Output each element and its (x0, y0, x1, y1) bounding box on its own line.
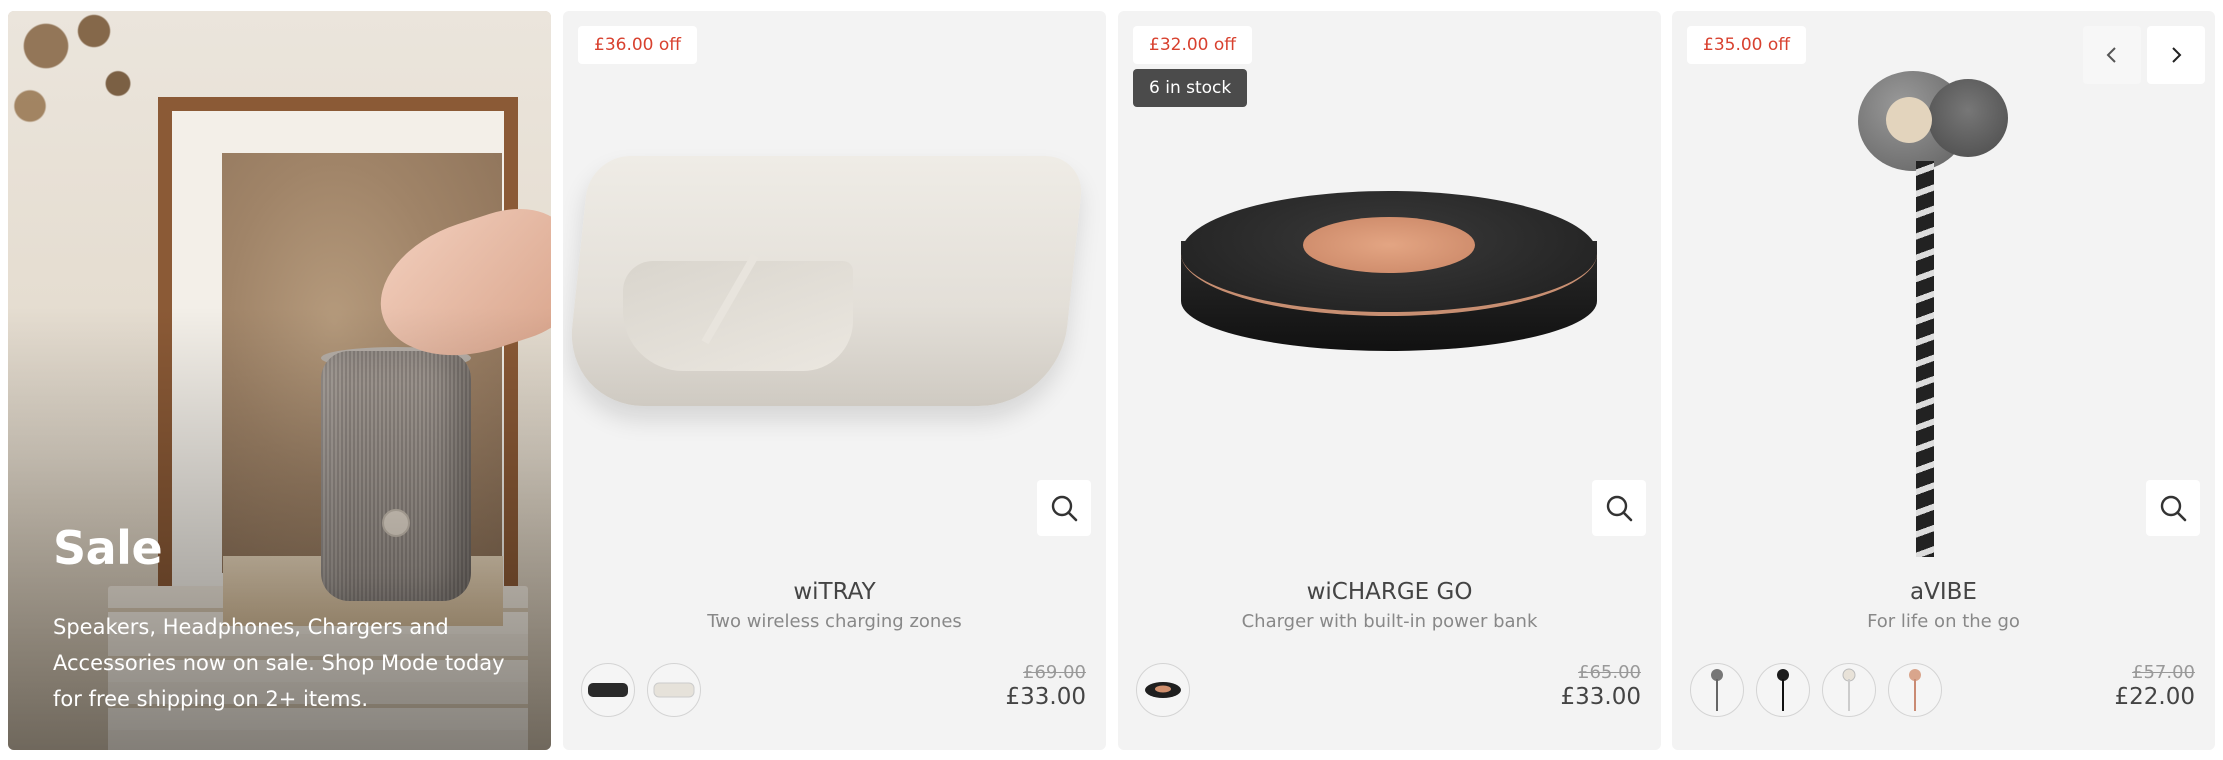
search-icon (1050, 494, 1078, 522)
product-name[interactable]: aVIBE (1672, 579, 2215, 605)
color-swatches (1690, 663, 1942, 717)
color-swatches (581, 663, 701, 717)
discount-badge: £36.00 off (578, 26, 698, 64)
hero-title: Sale (53, 521, 163, 575)
discount-badge: £32.00 off (1133, 26, 1253, 64)
original-price: £69.00 (1023, 662, 1086, 683)
sale-hero-banner[interactable]: Sale Speakers, Headphones, Chargers and … (8, 11, 551, 750)
product-image-wicharge-go[interactable] (1181, 191, 1597, 377)
product-name[interactable]: wiCHARGE GO (1118, 579, 1661, 605)
swatch-black[interactable] (1756, 663, 1810, 717)
earbud-logo (1886, 97, 1932, 143)
swatch-black[interactable] (581, 663, 635, 717)
search-icon (2159, 494, 2187, 522)
swatch-white[interactable] (1822, 663, 1876, 717)
search-icon (1605, 494, 1633, 522)
sale-price: £33.00 (1005, 684, 1086, 710)
carousel-navigation (2083, 26, 2205, 84)
earbud-cable (1916, 161, 1934, 557)
swatch-rose[interactable] (1888, 663, 1942, 717)
carousel-next-button[interactable] (2147, 26, 2205, 84)
carousel-prev-button[interactable] (2083, 26, 2141, 84)
product-card[interactable]: £35.00 off aVIBE For life on the go £57.… (1672, 11, 2215, 750)
sale-price: £22.00 (2114, 684, 2195, 710)
swatch-white[interactable] (647, 663, 701, 717)
original-price: £57.00 (2132, 662, 2195, 683)
quick-view-button[interactable] (1592, 480, 1646, 536)
product-image-avibe[interactable] (1858, 71, 2008, 171)
product-name[interactable]: wiTRAY (563, 579, 1106, 605)
product-card[interactable]: £32.00 off 6 in stock wiCHARGE GO Charge… (1118, 11, 1661, 750)
original-price: £65.00 (1578, 662, 1641, 683)
product-description: Two wireless charging zones (707, 611, 962, 632)
charger-pad (1303, 217, 1475, 273)
chevron-right-icon (2167, 46, 2185, 64)
chevron-left-icon (2103, 46, 2121, 64)
sale-price: £33.00 (1560, 684, 1641, 710)
product-card[interactable]: £36.00 off wiTRAY Two wireless charging … (563, 11, 1106, 750)
swatch-black[interactable] (1136, 663, 1190, 717)
quick-view-button[interactable] (2146, 480, 2200, 536)
earbud-tip (1928, 79, 2008, 157)
color-swatches (1136, 663, 1190, 717)
discount-badge: £35.00 off (1687, 26, 1807, 64)
quick-view-button[interactable] (1037, 480, 1091, 536)
hero-description: Speakers, Headphones, Chargers and Acces… (53, 615, 505, 711)
product-description: Charger with built-in power bank (1241, 611, 1538, 632)
swatch-grey[interactable] (1690, 663, 1744, 717)
stock-badge: 6 in stock (1133, 69, 1248, 107)
product-description: For life on the go (1867, 611, 2020, 632)
